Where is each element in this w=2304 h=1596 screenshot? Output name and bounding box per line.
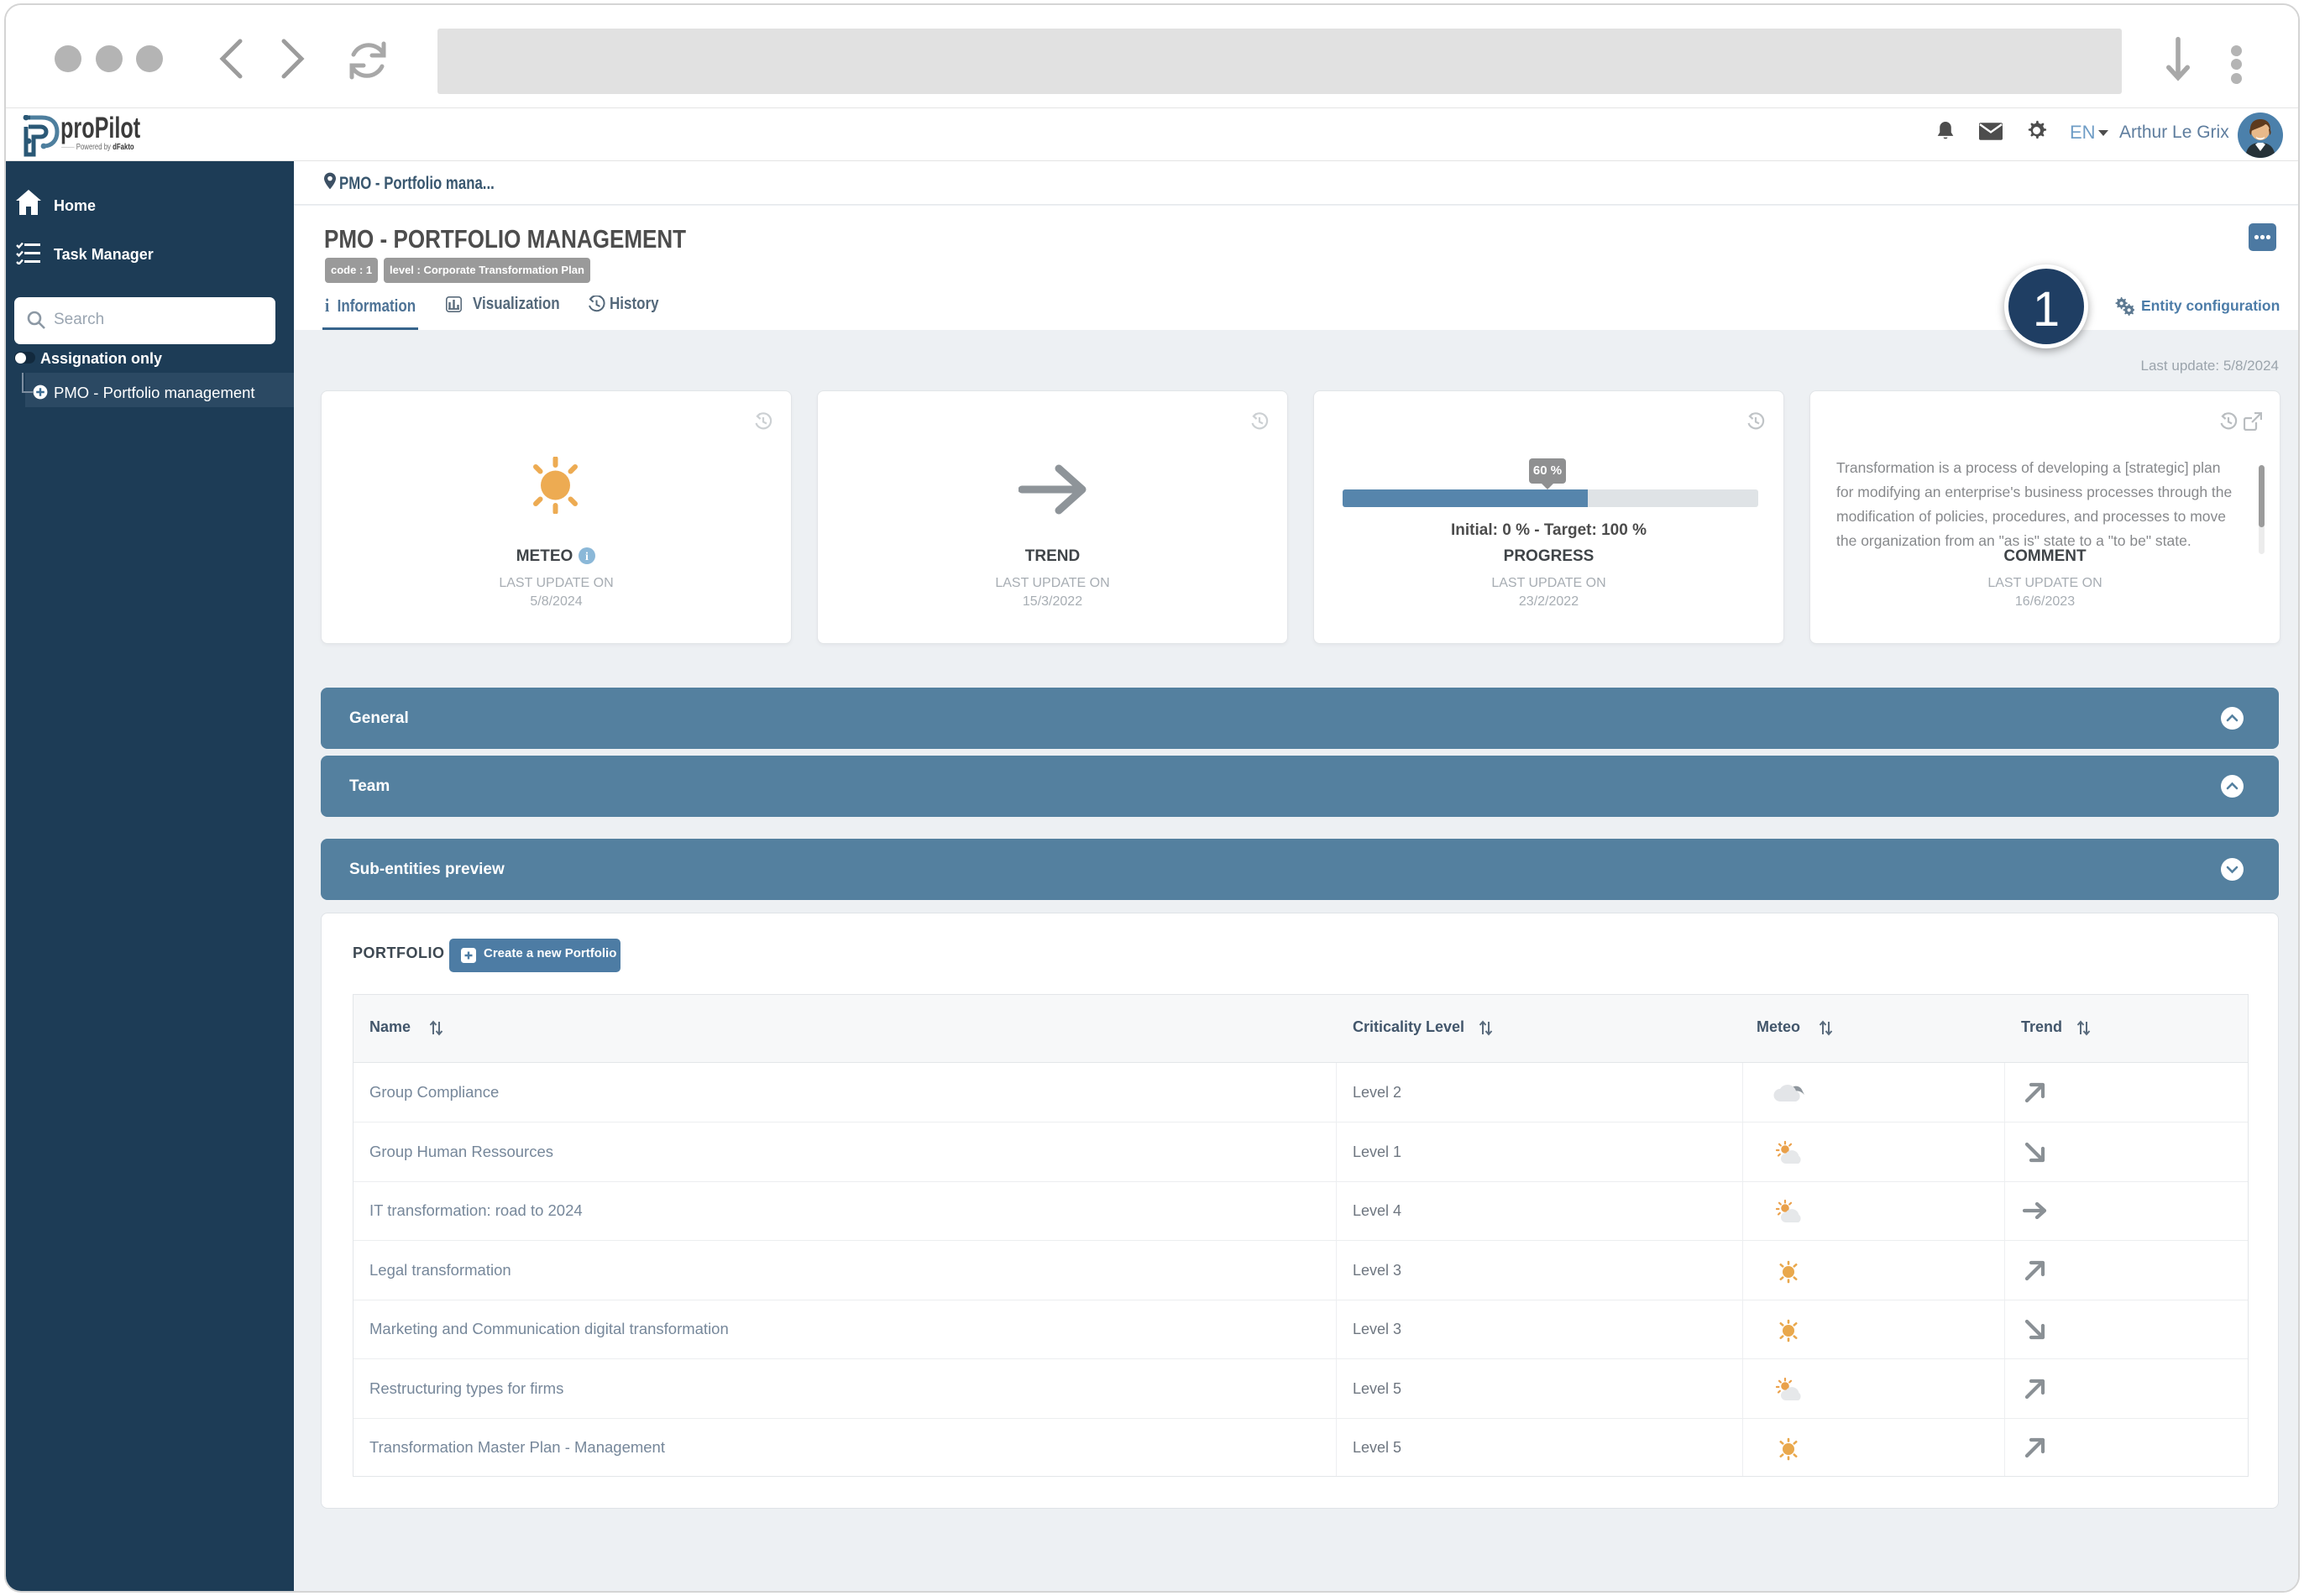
svg-text:i: i	[585, 551, 589, 563]
